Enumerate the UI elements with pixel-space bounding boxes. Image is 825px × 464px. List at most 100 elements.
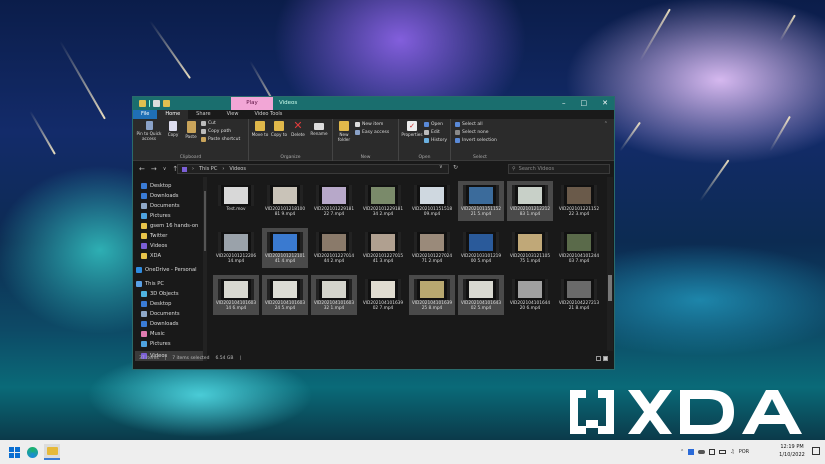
file-tile[interactable]: VID20210422721321 8.mp4	[556, 275, 602, 315]
new-folder-button[interactable]: New folder	[335, 121, 353, 142]
taskbar-clock[interactable]: 12:19 PM 1/10/2022	[778, 443, 806, 459]
tab-view[interactable]: View	[219, 110, 247, 119]
search-input[interactable]: ⚲ Search Videos	[508, 164, 610, 174]
ribbon-collapse-icon[interactable]: ⌃	[604, 121, 608, 127]
file-tile[interactable]: VID20210122115222 3.mp4	[556, 181, 602, 221]
tab-share[interactable]: Share	[188, 110, 218, 119]
nav-item-downloads[interactable]: Downloads	[141, 191, 179, 201]
select-all-button[interactable]: Select all	[455, 122, 483, 127]
file-tile[interactable]: VID20210122918134 2.mp4	[360, 181, 406, 221]
edge-browser-icon[interactable]	[24, 444, 40, 460]
file-tile[interactable]: VID20210310121900 5.mp4	[458, 228, 504, 268]
nav-item-desktop[interactable]: Desktop	[141, 181, 171, 191]
file-tile[interactable]: VID20210122701541 3.mp4	[360, 228, 406, 268]
file-tile[interactable]: VID20210410164420 6.mp4	[507, 275, 553, 315]
large-icons-view-icon[interactable]	[603, 355, 608, 361]
nav-pane-scrollbar[interactable]	[203, 177, 207, 361]
cut-button[interactable]: Cut	[201, 121, 216, 126]
file-tile[interactable]: VID20210115151809.mp4	[409, 181, 455, 221]
delete-button[interactable]: ✕ Delete	[289, 120, 307, 137]
details-view-icon[interactable]	[596, 355, 601, 361]
dropbox-icon[interactable]	[688, 449, 695, 455]
file-tile[interactable]: VID20210121810081 9.mp4	[262, 181, 308, 221]
file-tile[interactable]: VID20210121221283 1.mp4	[507, 181, 553, 221]
tab-video-tools[interactable]: Video Tools	[246, 110, 290, 119]
nav-item-xda[interactable]: XDA	[141, 251, 161, 261]
nav-item-this-pc[interactable]: This PC	[136, 279, 164, 289]
select-none-button[interactable]: Select none	[455, 130, 489, 135]
file-tile[interactable]: VID20210122702471 2.mp4	[409, 228, 455, 268]
breadcrumb-this-pc[interactable]: This PC	[199, 166, 217, 172]
file-tile[interactable]: VID20210115115221 5.mp4	[458, 181, 504, 221]
nav-item-pictures[interactable]: Pictures	[141, 211, 171, 221]
file-tile[interactable]: VID20210122918122 7.mp4	[311, 181, 357, 221]
nav-item-pictures[interactable]: Pictures	[141, 339, 171, 349]
new-item-button[interactable]: New item	[355, 122, 383, 127]
nav-item-videos[interactable]: Videos	[141, 241, 167, 251]
nav-item-3d-objects[interactable]: 3D Objects	[141, 289, 179, 299]
history-button[interactable]: History	[424, 138, 447, 143]
file-explorer-taskbar-icon[interactable]	[44, 444, 60, 460]
easy-access-button[interactable]: Easy access	[355, 130, 389, 135]
file-tile[interactable]: VID20210312110575 1.mp4	[507, 228, 553, 268]
onedrive-icon[interactable]	[698, 450, 706, 454]
close-button[interactable]: ✕	[602, 97, 608, 110]
address-dropdown-icon[interactable]: ∨	[439, 164, 443, 170]
edit-button[interactable]: Edit	[424, 130, 440, 135]
forward-arrow-icon[interactable]: →	[151, 165, 157, 174]
content-scrollbar[interactable]	[607, 177, 613, 351]
address-bar[interactable]: › This PC › Videos	[177, 164, 449, 174]
back-arrow-icon[interactable]: ←	[139, 165, 145, 174]
file-tile[interactable]: VID20210410164302 5.mp4	[458, 275, 504, 315]
battery-icon[interactable]	[719, 450, 727, 454]
file-tile[interactable]: VID20210410160324 5.mp4	[262, 275, 308, 315]
open-button[interactable]: Open	[424, 122, 443, 127]
tray-overflow-icon[interactable]: ⌃	[680, 449, 684, 455]
maximize-button[interactable]: □	[581, 97, 588, 110]
file-tile[interactable]: VID20210410163925 8.mp4	[409, 275, 455, 315]
title-bar[interactable]: Play Videos – □ ✕	[133, 97, 614, 110]
file-tile[interactable]: VID20210121220614.mp4	[213, 228, 259, 268]
new-folder-icon[interactable]	[163, 100, 170, 107]
input-language[interactable]: POR	[739, 449, 749, 455]
file-tile[interactable]: VID20210121210141 4.mp4	[262, 228, 308, 268]
copy-to-button[interactable]: Copy to	[270, 121, 288, 137]
tab-file[interactable]: File	[133, 110, 158, 119]
context-tab-play[interactable]: Play	[231, 97, 273, 110]
nav-item-desktop[interactable]: Desktop	[141, 299, 171, 309]
nav-item-onedrive-personal[interactable]: OneDrive - Personal	[136, 265, 197, 275]
tab-home[interactable]: Home	[157, 110, 189, 119]
nav-item-downloads[interactable]: Downloads	[141, 319, 179, 329]
pin-quick-access-button[interactable]: Pin to Quick access	[136, 121, 162, 141]
nav-item-twitter[interactable]: Twitter	[141, 231, 167, 241]
breadcrumb-videos[interactable]: Videos	[229, 166, 246, 172]
file-tile[interactable]: VID20210410160332 1.mp4	[311, 275, 357, 315]
properties-icon[interactable]	[153, 100, 160, 107]
notifications-icon[interactable]	[812, 447, 820, 455]
folder-icon[interactable]	[139, 100, 146, 107]
invert-selection-button[interactable]: Invert selection	[455, 138, 497, 143]
rename-button[interactable]: Rename	[309, 121, 329, 136]
file-tile[interactable]: Test.mov	[213, 181, 259, 221]
nav-item-documents[interactable]: Documents	[141, 201, 180, 211]
paste-shortcut-button[interactable]: Paste shortcut	[201, 137, 240, 142]
file-tile[interactable]: VID20210410160314 6.mp4	[213, 275, 259, 315]
nav-item-music[interactable]: Music	[141, 329, 165, 339]
copy-button[interactable]: Copy	[165, 121, 181, 137]
file-tile[interactable]: VID20210410163902 7.mp4	[360, 275, 406, 315]
recent-dropdown-icon[interactable]: ∨	[163, 165, 167, 174]
start-button[interactable]	[6, 444, 22, 460]
file-tile[interactable]: VID20210410124403 7.mp4	[556, 228, 602, 268]
network-icon[interactable]	[709, 449, 716, 455]
nav-item-documents[interactable]: Documents	[141, 309, 180, 319]
nav-item-gsem-16-hands-on[interactable]: gsem 16 hands-on	[141, 221, 198, 231]
minimize-button[interactable]: –	[562, 97, 566, 110]
refresh-icon[interactable]: ↻	[453, 164, 458, 171]
move-to-button[interactable]: Move to	[251, 121, 269, 137]
file-tile[interactable]: VID20210122701444 2.mp4	[311, 228, 357, 268]
scrollbar-thumb[interactable]	[608, 275, 612, 301]
properties-button[interactable]: ✓ Properties	[401, 121, 423, 137]
volume-icon[interactable]: ♫	[730, 449, 734, 455]
paste-button[interactable]: Paste	[183, 121, 199, 139]
copy-path-button[interactable]: Copy path	[201, 129, 231, 134]
